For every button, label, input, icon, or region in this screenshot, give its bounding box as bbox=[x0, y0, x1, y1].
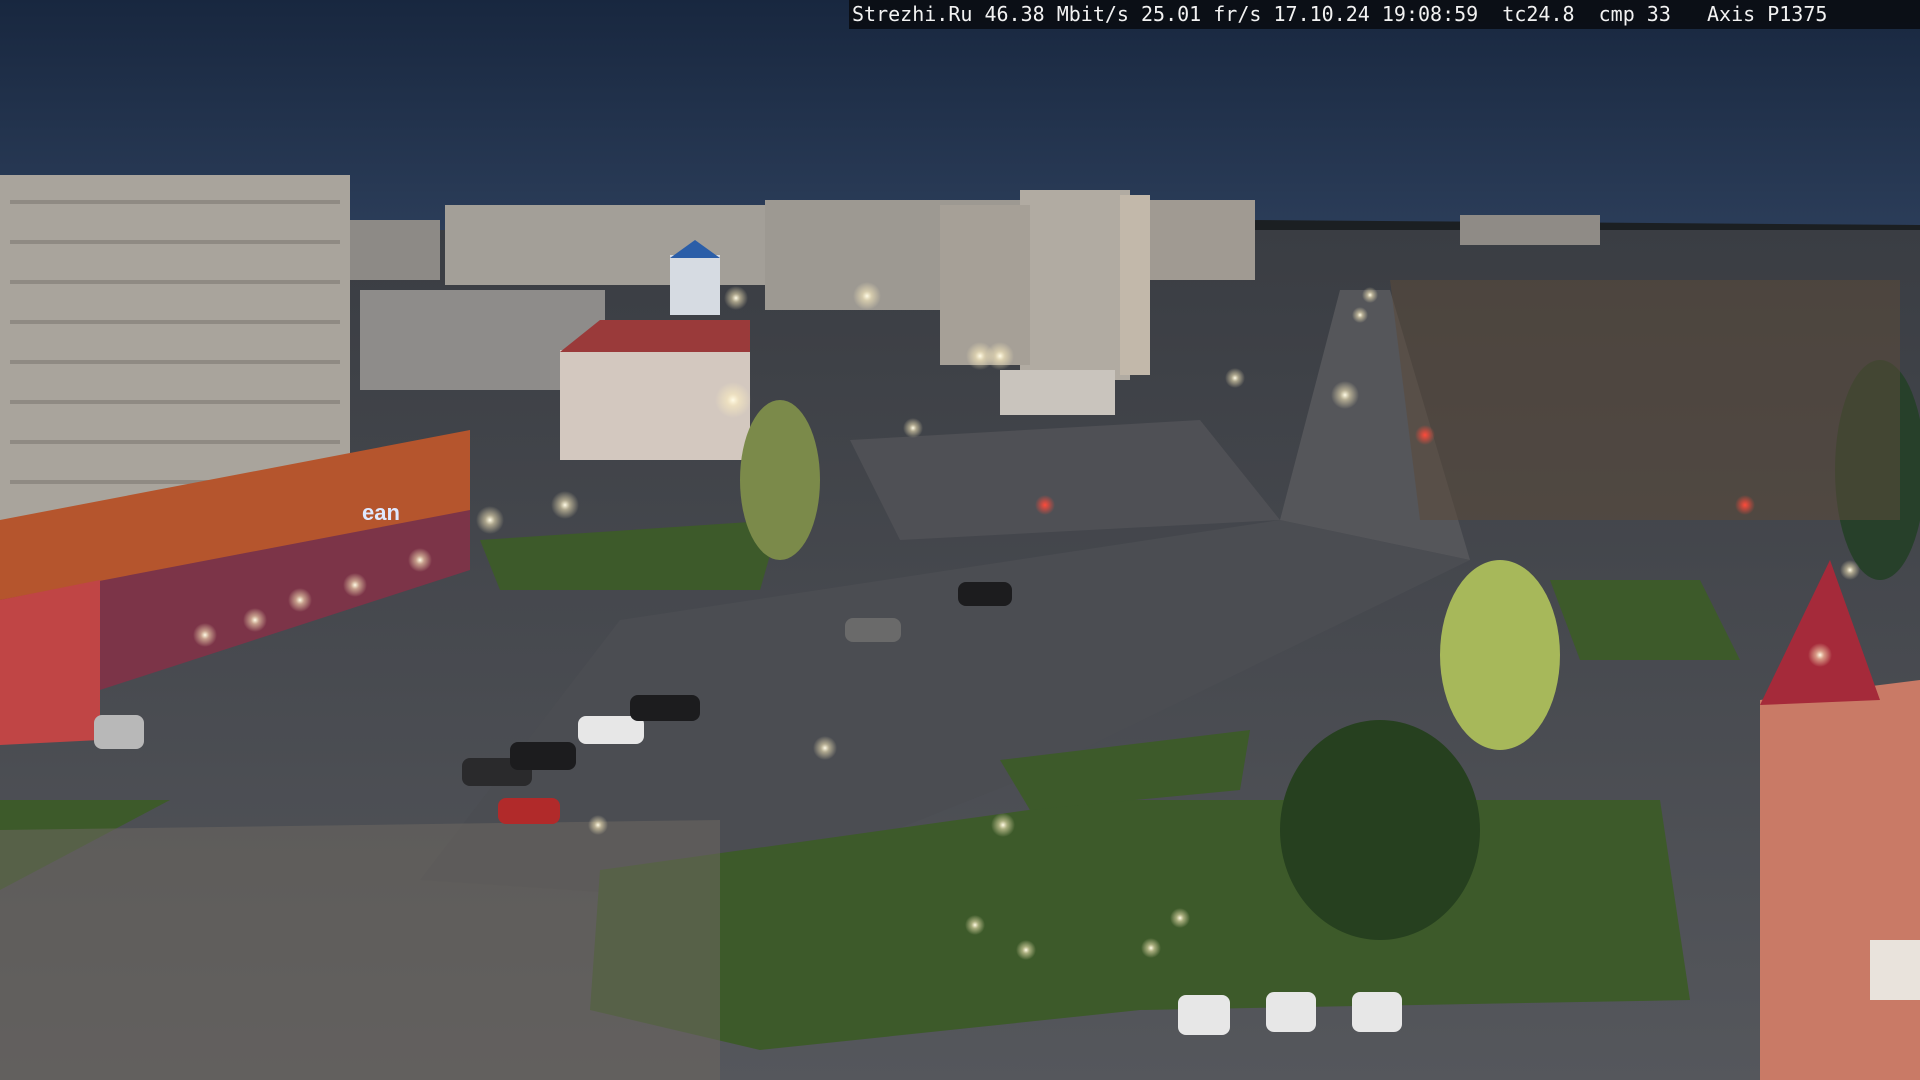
webcam-street-scene: ean bbox=[0, 0, 1920, 1080]
camera-overlay-bar: Strezhi.Ru 46.38 Mbit/s 25.01 fr/s 17.10… bbox=[849, 0, 1920, 29]
overlay-date: 17.10.24 bbox=[1273, 2, 1370, 26]
overlay-site: Strezhi.Ru bbox=[852, 2, 973, 26]
overlay-tc: tc24.8 bbox=[1502, 2, 1575, 26]
overlay-framerate: 25.01 fr/s bbox=[1141, 2, 1262, 26]
store-sign: ean bbox=[362, 500, 400, 525]
overlay-bitrate: 46.38 Mbit/s bbox=[984, 2, 1129, 26]
overlay-camera: Axis P1375 bbox=[1707, 2, 1828, 26]
overlay-time: 19:08:59 bbox=[1381, 2, 1479, 26]
overlay-cmp: cmp 33 bbox=[1598, 2, 1671, 26]
